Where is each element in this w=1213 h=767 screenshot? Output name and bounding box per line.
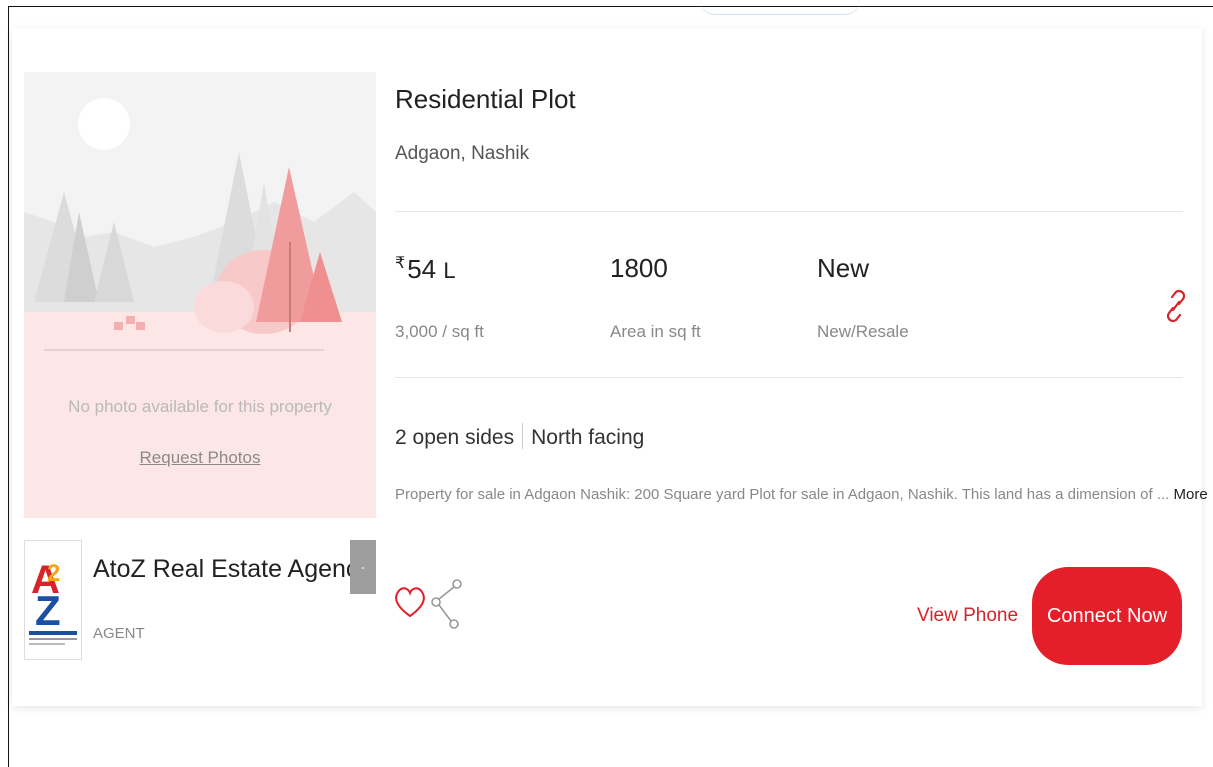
agent-name[interactable]: AtoZ Real Estate Agency (93, 555, 371, 584)
svg-text:Z: Z (35, 587, 61, 634)
listing-title[interactable]: Residential Plot (395, 84, 576, 115)
more-link[interactable]: More (1174, 486, 1208, 503)
listing-location: Adgaon, Nashik (395, 143, 530, 164)
request-photos-link[interactable]: Request Photos (24, 448, 376, 468)
area-value: 1800 (610, 253, 668, 283)
rupee-symbol: ₹ (395, 255, 406, 272)
share-icon[interactable] (430, 578, 466, 630)
view-phone-link[interactable]: View Phone (917, 605, 1018, 627)
area-label: Area in sq ft (610, 322, 701, 341)
no-photo-message: No photo available for this property (68, 397, 332, 416)
atoz-logo-icon: A 2 Z (25, 541, 81, 659)
description-text: Property for sale in Adgaon Nashik: 200 … (395, 486, 1170, 503)
agent-badge: - (350, 540, 376, 594)
feature-open-sides: 2 open sides (395, 426, 515, 449)
condition-label: New/Resale (817, 322, 909, 341)
divider-top (395, 211, 1183, 212)
agent-role: AGENT (93, 625, 145, 642)
price-per-sqft: 3,000 / sq ft (395, 322, 484, 341)
feature-separator (522, 423, 524, 449)
connect-now-button[interactable]: Connect Now (1032, 567, 1182, 665)
listing-description: Property for sale in Adgaon Nashik: 200 … (395, 486, 1208, 503)
price-amount: 54 (407, 254, 437, 284)
feature-facing: North facing (531, 426, 645, 449)
price-value: ₹54 L (395, 253, 456, 285)
price-unit: L (443, 258, 456, 283)
features-row: 2 open sides North facing (395, 423, 644, 450)
top-decoration (700, 0, 860, 15)
svg-text:2: 2 (47, 560, 60, 587)
divider-middle (395, 377, 1183, 378)
photo-placeholder: No photo available for this property Req… (24, 72, 376, 518)
heart-icon[interactable] (392, 582, 428, 622)
link-icon[interactable] (1164, 286, 1188, 326)
condition-value: New (817, 253, 870, 283)
agent-logo[interactable]: A 2 Z (24, 540, 82, 660)
